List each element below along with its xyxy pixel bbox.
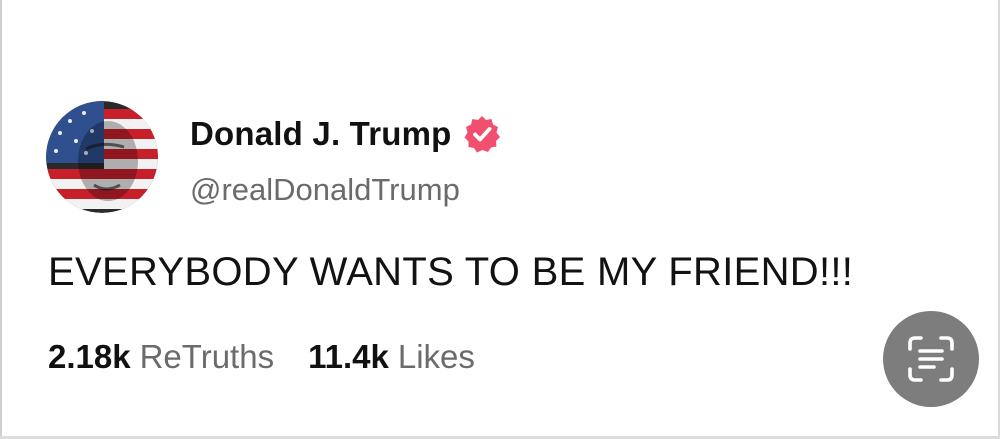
likes-count[interactable]: 11.4k — [308, 338, 389, 376]
author-handle[interactable]: @realDonaldTrump — [190, 172, 460, 208]
retruths-label[interactable]: ReTruths — [140, 338, 274, 376]
text-scan-button[interactable] — [883, 311, 979, 407]
likes-label[interactable]: Likes — [398, 338, 475, 376]
text-scan-icon — [908, 336, 954, 382]
post-stats: 2.18k ReTruths 11.4k Likes — [48, 338, 475, 376]
avatar[interactable] — [46, 101, 158, 213]
post-card: Donald J. Trump @realDonaldTrump EVERYBO… — [0, 0, 1000, 439]
retruths-count[interactable]: 2.18k — [48, 338, 131, 376]
avatar-image — [46, 101, 158, 213]
verified-badge-icon — [464, 116, 500, 153]
author-row: Donald J. Trump — [190, 112, 502, 156]
author-display-name[interactable]: Donald J. Trump — [190, 115, 452, 153]
post-text: EVERYBODY WANTS TO BE MY FRIEND!!! — [48, 250, 854, 294]
